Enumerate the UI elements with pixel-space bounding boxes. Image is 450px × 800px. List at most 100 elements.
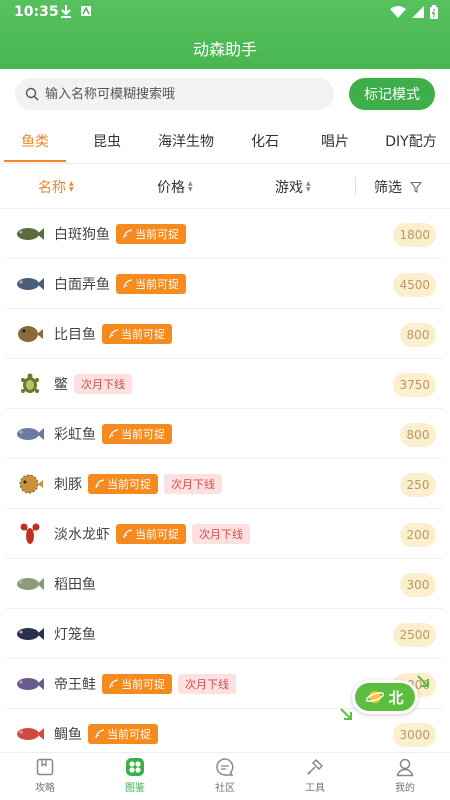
item-name: 白面弄鱼	[54, 277, 110, 293]
catchable-now-badge: 当前可捉	[88, 724, 158, 744]
item-name-area: 淡水龙虾 当前可捉 次月下线	[54, 509, 250, 559]
guide-book-icon	[36, 758, 54, 776]
tab-insects[interactable]: 昆虫	[80, 119, 134, 163]
hemisphere-label: 北	[388, 688, 404, 707]
nav-encyclopedia-label: 图鉴	[125, 783, 145, 794]
item-price: 3750	[393, 373, 436, 397]
swap-arrow-icon	[340, 708, 352, 720]
item-name-area: 彩虹鱼 当前可捉	[54, 409, 172, 459]
item-name-area: 白斑狗鱼 当前可捉	[54, 209, 186, 259]
planet-icon	[366, 691, 385, 703]
lanternfish-icon	[14, 621, 46, 647]
app-header: 10:35 动森助手	[0, 0, 450, 69]
puffer-icon	[14, 471, 46, 497]
user-profile-icon	[396, 758, 414, 777]
item-name: 灯笼鱼	[54, 627, 96, 643]
list-item[interactable]: 白面弄鱼 当前可捉 4500	[6, 259, 444, 309]
nav-encyclopedia[interactable]: 图鉴	[90, 757, 180, 794]
sort-bar: 名称 ▲ ▼ 价格 ▲ ▼ 游戏 ▲ ▼ 筛选	[0, 164, 450, 209]
encyclopedia-icon	[126, 758, 144, 776]
catchable-now-badge: 当前可捉	[116, 524, 186, 544]
item-price: 1800	[393, 223, 436, 247]
wifi-icon	[390, 6, 406, 18]
status-system-icons	[390, 5, 438, 19]
nav-tools-label: 工具	[305, 783, 325, 794]
item-name-area: 帝王鲑 当前可捉 次月下线	[54, 659, 236, 709]
search-input[interactable]	[45, 86, 315, 102]
battery-icon	[430, 5, 438, 19]
item-name: 稻田鱼	[54, 577, 96, 593]
fishing-rod-icon	[109, 329, 119, 339]
item-price: 2500	[393, 623, 436, 647]
fishing-rod-icon	[109, 679, 119, 689]
catchable-now-badge: 当前可捉	[102, 674, 172, 694]
tab-records[interactable]: 唱片	[308, 119, 362, 163]
item-price: 800	[400, 423, 436, 447]
item-price: 200	[400, 523, 436, 547]
filter-funnel-icon	[410, 181, 422, 193]
item-price: 250	[400, 473, 436, 497]
nav-profile[interactable]: 我的	[360, 757, 450, 794]
sort-by-price[interactable]: 价格 ▲ ▼	[157, 177, 193, 197]
fishing-rod-icon	[95, 729, 105, 739]
filter-button[interactable]: 筛选	[374, 177, 422, 197]
item-name: 帝王鲑	[54, 677, 96, 693]
sort-by-game[interactable]: 游戏 ▲ ▼	[275, 177, 311, 197]
fishing-rod-icon	[123, 529, 133, 539]
item-name: 彩虹鱼	[54, 427, 96, 443]
ricefish-icon	[14, 571, 46, 597]
list-item[interactable]: 比目鱼 当前可捉 800	[6, 309, 444, 359]
sort-arrows-icon: ▲ ▼	[188, 180, 193, 193]
leaving-next-month-badge: 次月下线	[74, 374, 132, 394]
catchable-now-badge: 当前可捉	[102, 324, 172, 344]
status-bar: 10:35	[0, 0, 450, 24]
tools-shovel-icon	[307, 758, 324, 775]
active-tab-indicator	[4, 160, 66, 162]
tab-fossils[interactable]: 化石	[238, 119, 292, 163]
item-price: 800	[400, 323, 436, 347]
catchable-now-badge: 当前可捉	[102, 424, 172, 444]
nav-profile-label: 我的	[395, 783, 415, 794]
item-name-area: 白面弄鱼 当前可捉	[54, 259, 186, 309]
list-item[interactable]: 稻田鱼 300	[6, 559, 444, 609]
item-name: 比目鱼	[54, 327, 96, 343]
list-item[interactable]: 鳖 次月下线 3750	[6, 359, 444, 409]
status-notification-icons	[60, 4, 92, 18]
list-item[interactable]: 灯笼鱼 2500	[6, 609, 444, 659]
tab-fish[interactable]: 鱼类	[4, 119, 66, 163]
char-fish-icon	[14, 271, 46, 297]
leaving-next-month-badge: 次月下线	[178, 674, 236, 694]
nav-guide[interactable]: 攻略	[0, 757, 90, 794]
swap-arrow-icon	[417, 675, 429, 687]
mark-mode-button[interactable]: 标记模式	[349, 78, 435, 110]
item-name-area: 刺豚 当前可捉 次月下线	[54, 459, 222, 509]
item-price: 4500	[393, 273, 436, 297]
salmon-icon	[14, 671, 46, 697]
item-name: 鲷鱼	[54, 727, 82, 743]
sort-by-name[interactable]: 名称 ▲ ▼	[38, 177, 74, 197]
fishing-rod-icon	[95, 479, 105, 489]
nav-community[interactable]: 社区	[180, 757, 270, 794]
sort-name-label: 名称	[38, 180, 66, 196]
sort-arrows-icon: ▲ ▼	[306, 180, 311, 193]
list-item[interactable]: 白斑狗鱼 当前可捉 1800	[6, 209, 444, 259]
filter-label: 筛选	[374, 180, 402, 196]
list-item[interactable]: 刺豚 当前可捉 次月下线 250	[6, 459, 444, 509]
nav-tools[interactable]: 工具	[270, 757, 360, 794]
sort-game-label: 游戏	[275, 180, 303, 196]
tab-diy-recipes[interactable]: DIY配方	[378, 119, 444, 163]
item-name-area: 比目鱼 当前可捉	[54, 309, 172, 359]
list-item[interactable]: 彩虹鱼 当前可捉 800	[6, 409, 444, 459]
hemisphere-toggle-inner: 北	[355, 683, 415, 711]
bottom-navigation: 攻略 图鉴 社区 工具 我的	[0, 752, 450, 800]
nav-community-label: 社区	[215, 783, 235, 794]
catchable-now-badge: 当前可捉	[88, 474, 158, 494]
item-name-area: 稻田鱼	[54, 559, 96, 609]
sort-arrows-icon: ▲ ▼	[69, 180, 74, 193]
download-icon	[61, 5, 71, 18]
list-item[interactable]: 淡水龙虾 当前可捉 次月下线 200	[6, 509, 444, 559]
hemisphere-toggle-button[interactable]: 北	[352, 680, 418, 714]
tab-sea-creatures[interactable]: 海洋生物	[150, 119, 222, 163]
search-box[interactable]	[15, 78, 334, 110]
nav-guide-label: 攻略	[35, 783, 55, 794]
